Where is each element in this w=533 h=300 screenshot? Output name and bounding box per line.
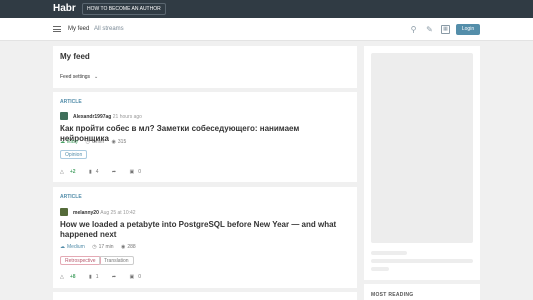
vote-icon[interactable]: △ (60, 169, 64, 175)
post-type: ARTICLE (60, 194, 82, 200)
article-card: ARTICLE melanny20 Aug 25 at 10:42 How we… (53, 187, 357, 288)
page-title: My feed (60, 52, 90, 61)
comments-icon[interactable]: ▣ (129, 274, 134, 280)
clock-icon: ◷ (92, 244, 97, 250)
search-icon[interactable]: ⚲ (409, 25, 418, 34)
difficulty-icon: ☁ (60, 244, 65, 250)
difficulty-label: Medium (67, 244, 85, 250)
bookmark-count: 4 (95, 169, 99, 175)
views-icon: ◉ (120, 244, 126, 250)
post-meta: ☁ Medium ◷ 17 min ◉ 288 (60, 244, 142, 250)
share-icon[interactable]: ➦ (112, 169, 116, 175)
post-time: 21 hours ago (112, 114, 142, 120)
post-actions: △ +2 ▮ 4 ➦ ▣ 0 (60, 169, 153, 175)
become-author-button[interactable]: HOW TO BECOME AN AUTHOR (82, 3, 166, 15)
article-card: ARTICLE Alexandr1997ag 21 hours ago Как … (53, 92, 357, 182)
tab-all-streams[interactable]: All streams (94, 26, 124, 32)
app-icon[interactable]: ▦ (441, 25, 450, 34)
nav-bar: My feed All streams ⚲ ✎ ▦ Login (0, 18, 533, 41)
vote-icon[interactable]: △ (60, 274, 64, 280)
bookmark-count: 1 (95, 274, 99, 280)
write-icon[interactable]: ✎ (425, 25, 434, 34)
views-count: 315 (117, 139, 127, 145)
post-actions: △ +8 ▮ 1 ➦ ▣ 0 (60, 274, 153, 280)
views-icon: ◉ (111, 139, 116, 145)
post-title[interactable]: How we loaded a petabyte into PostgreSQL… (60, 220, 350, 240)
bookmark-icon[interactable]: ▮ (89, 274, 92, 280)
views-count: 288 (127, 244, 136, 250)
rating-score: +2 (69, 169, 76, 175)
comments-count: 0 (138, 274, 141, 280)
most-reading-panel: MOST READING (364, 284, 480, 300)
skeleton-line (371, 251, 407, 255)
rating-score: +8 (69, 274, 76, 280)
skeleton-block (371, 53, 473, 243)
difficulty-label: Easy (67, 139, 79, 145)
post-meta: ☁ Easy ◷ 6 min ◉ 315 (60, 139, 132, 145)
read-time: 17 min (98, 244, 114, 250)
article-card (53, 292, 357, 300)
tag-retrospective[interactable]: Retrospective (60, 256, 101, 265)
author-name[interactable]: Alexandr1997ag (73, 114, 111, 120)
feed-settings-button[interactable]: Feed settings (60, 74, 90, 80)
author-line: melanny20 Aug 25 at 10:42 (73, 210, 136, 216)
skeleton-line (371, 259, 473, 263)
author-name[interactable]: melanny20 (73, 210, 99, 216)
avatar[interactable] (60, 112, 68, 120)
most-reading-heading: MOST READING (371, 292, 414, 298)
tab-my-feed[interactable]: My feed (68, 26, 89, 32)
comments-count: 0 (138, 169, 141, 175)
skeleton-line (371, 267, 389, 271)
chevron-down-icon[interactable]: ⌄ (94, 74, 98, 80)
tag-opinion[interactable]: Opinion (60, 150, 88, 159)
comments-icon[interactable]: ▣ (129, 169, 134, 175)
login-button[interactable]: Login (456, 24, 480, 35)
tag-translation[interactable]: Translation (99, 256, 134, 265)
sidebar-placeholder (364, 46, 480, 280)
menu-icon[interactable] (53, 26, 61, 32)
read-time: 6 min (91, 139, 105, 145)
post-time: Aug 25 at 10:42 (100, 210, 136, 216)
share-icon[interactable]: ➦ (112, 274, 116, 280)
post-type: ARTICLE (60, 99, 82, 105)
habr-logo[interactable]: Habr (53, 3, 76, 14)
bookmark-icon[interactable]: ▮ (89, 169, 92, 175)
top-bar: Habr HOW TO BECOME AN AUTHOR (0, 0, 533, 18)
difficulty-icon: ☁ (60, 139, 65, 145)
author-line: Alexandr1997ag 21 hours ago (73, 114, 142, 120)
feed-header: My feed Feed settings ⌄ (53, 46, 357, 88)
clock-icon: ◷ (85, 139, 90, 145)
avatar[interactable] (60, 208, 68, 216)
